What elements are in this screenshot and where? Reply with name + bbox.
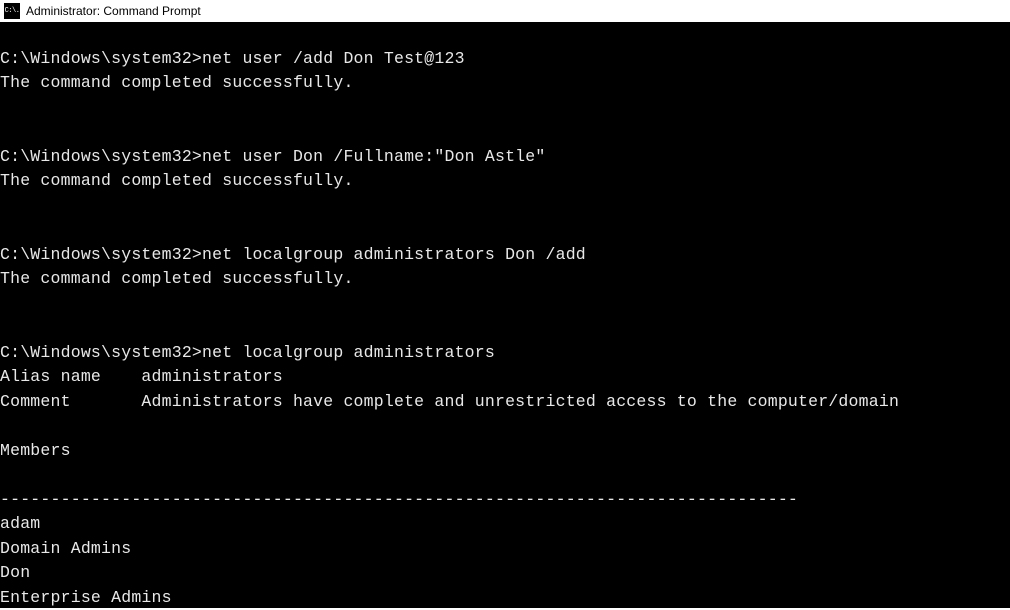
title-bar[interactable]: C:\. Administrator: Command Prompt	[0, 0, 1010, 22]
cmd-icon: C:\.	[4, 3, 20, 19]
terminal-output: C:\Windows\system32>net user /add Don Te…	[0, 22, 1010, 610]
terminal-area[interactable]: C:\Windows\system32>net user /add Don Te…	[0, 22, 1010, 608]
window-title: Administrator: Command Prompt	[26, 4, 201, 18]
